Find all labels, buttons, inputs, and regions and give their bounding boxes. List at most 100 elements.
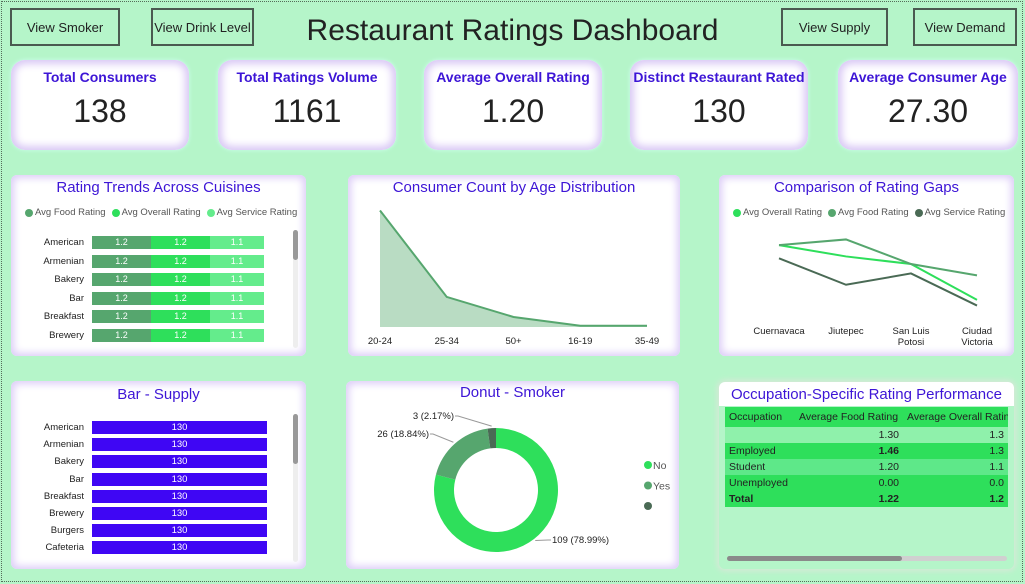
rating-trends-card: Rating Trends Across Cuisines Avg Food R… xyxy=(11,175,306,356)
view-supply-button[interactable]: View Supply xyxy=(781,8,888,46)
table-cell: Student xyxy=(725,459,795,475)
rating-gaps-line-chart: Cuernavaca Jiutepec San LuisPotosi CiudadVi… xyxy=(753,238,993,348)
leader-line xyxy=(535,539,551,542)
bar-segment: 1.2 xyxy=(151,328,210,342)
occupation-table: Occupation Average Food Rating Average Ove… xyxy=(725,407,1008,511)
table-cell: Unemployed xyxy=(725,475,795,491)
kpi-value: 138 xyxy=(73,93,127,129)
x-tick-label: San Luis xyxy=(893,326,930,337)
x-tick-label: Victoria xyxy=(961,337,993,348)
kpi-total-consumers: Total Consumers 138 xyxy=(11,60,189,150)
category-label: American xyxy=(43,237,84,248)
category-label: Breakfast xyxy=(43,311,84,322)
chart-title: Bar - Supply xyxy=(117,386,200,403)
data-label: 109 (78.99%) xyxy=(552,535,609,546)
category-label: Bakery xyxy=(54,274,84,285)
category-label: Armenian xyxy=(43,255,84,267)
donut-smoker-card: Donut - Smoker 109 (78.99%) 26 (18.84%) 3 … xyxy=(346,381,679,569)
bar-segment: 1.1 xyxy=(210,291,264,305)
table-cell: 1.1 xyxy=(903,459,1008,475)
kpi-value: 1161 xyxy=(272,93,342,129)
table-cell: Employed xyxy=(725,443,795,459)
supply-bar: 130 xyxy=(92,507,267,520)
legend-dot xyxy=(25,208,33,217)
legend-label: No xyxy=(653,460,667,472)
category-label: Bakery xyxy=(54,456,84,468)
legend-label: Avg Service Rating xyxy=(216,207,298,218)
kpi-label: Distinct Restaurant Rated xyxy=(633,69,805,85)
legend-item: Avg Food Rating xyxy=(25,207,106,218)
bar-supply-card: Bar - Supply American 130 Armenian 130 Baker… xyxy=(11,381,306,569)
kpi-label: Total Consumers xyxy=(43,69,157,85)
legend-dot xyxy=(206,208,215,217)
data-label: 3 (2.17%) xyxy=(413,411,454,422)
legend-dot xyxy=(644,461,652,469)
table-cell: 1.3 xyxy=(903,427,1008,443)
supply-bar: 130 xyxy=(92,489,267,503)
horizontal-scrollbar-thumb[interactable] xyxy=(727,556,902,561)
supply-bar: 130 xyxy=(92,421,267,434)
leader-line xyxy=(430,433,454,443)
legend-label: Avg Food Rating xyxy=(35,207,106,218)
legend-label: Yes xyxy=(653,481,670,493)
scrollbar-thumb[interactable] xyxy=(293,230,298,260)
kpi-value: 27.30 xyxy=(887,93,969,129)
bar-segment: 1.2 xyxy=(92,273,151,286)
view-demand-button[interactable]: View Demand xyxy=(913,8,1017,46)
x-tick-label: Cuernavaca xyxy=(753,326,805,337)
age-area-chart: 20-24 25-34 50+ 16-19 35-49 xyxy=(368,209,659,347)
page-title: Restaurant Ratings Dashboard xyxy=(306,14,719,47)
legend-dot xyxy=(644,481,652,490)
kpi-value: 1.20 xyxy=(481,93,545,129)
bar-segment: 1.1 xyxy=(210,328,264,342)
kpi-label: Average Consumer Age xyxy=(849,69,1007,85)
view-smoker-button[interactable]: View Smoker xyxy=(10,8,120,46)
table-cell: 1.30 xyxy=(795,427,903,443)
table-title: Occupation-Specific Rating Performance xyxy=(731,386,1002,403)
table-header-cell: Average Food Rating xyxy=(795,407,903,427)
data-label: 26 (18.84%) xyxy=(377,429,429,440)
kpi-label: Total Ratings Volume xyxy=(236,69,378,85)
supply-bar: 130 xyxy=(92,541,267,555)
bar-segment: 1.1 xyxy=(210,310,264,323)
category-label: Brewery xyxy=(49,329,84,341)
legend-item: Avg Overall Rating xyxy=(111,207,201,218)
category-label: Bar xyxy=(69,473,84,485)
supply-bar: 130 xyxy=(92,438,267,452)
category-label: Burgers xyxy=(50,525,84,537)
supply-bar: 130 xyxy=(92,472,267,486)
x-tick-label: Jiutepec xyxy=(828,326,864,337)
bar-segment: 1.2 xyxy=(151,310,210,323)
legend-dot xyxy=(111,208,120,217)
category-label: Cafeteria xyxy=(45,542,84,554)
age-distribution-card: Consumer Count by Age Distribution 20-24… xyxy=(348,175,680,356)
bar-segment: 1.1 xyxy=(210,254,264,268)
table-cell: 1.20 xyxy=(795,459,903,475)
view-drink-level-button[interactable]: View Drink Level xyxy=(151,8,254,46)
legend: Avg Food Rating Avg Overall Rating Avg S… xyxy=(25,207,297,218)
bar-segment: 1.1 xyxy=(210,273,264,286)
bar-segment: 1.1 xyxy=(210,236,264,249)
kpi-value: 130 xyxy=(692,93,746,129)
table-total-cell: Total xyxy=(725,491,795,507)
legend-item: Avg Service Rating xyxy=(206,207,298,218)
occupation-table-card: Occupation-Specific Rating Performance O… xyxy=(719,382,1014,569)
kpi-average-overall-rating: Average Overall Rating 1.20 xyxy=(424,60,602,150)
table-cell: 1.46 xyxy=(795,443,903,459)
bar-segment: 1.2 xyxy=(92,254,151,268)
x-tick-label: Potosi xyxy=(898,337,924,348)
scrollbar-thumb[interactable] xyxy=(293,414,298,464)
x-tick-label: 16-19 xyxy=(568,336,592,347)
category-label: Brewery xyxy=(49,508,84,519)
bar-segment: 1.2 xyxy=(151,254,210,268)
category-label: Breakfast xyxy=(43,490,84,502)
category-label: Bar xyxy=(69,292,84,304)
table-header-cell: Occupation xyxy=(725,407,795,427)
bar-segment: 1.2 xyxy=(151,273,210,286)
x-tick-label: 35-49 xyxy=(635,336,659,347)
kpi-label: Average Overall Rating xyxy=(436,69,590,85)
bar-segment: 1.2 xyxy=(92,328,151,342)
legend-label: Avg Overall Rating xyxy=(121,207,201,218)
series-line xyxy=(778,257,978,307)
donut-slice xyxy=(435,428,491,480)
